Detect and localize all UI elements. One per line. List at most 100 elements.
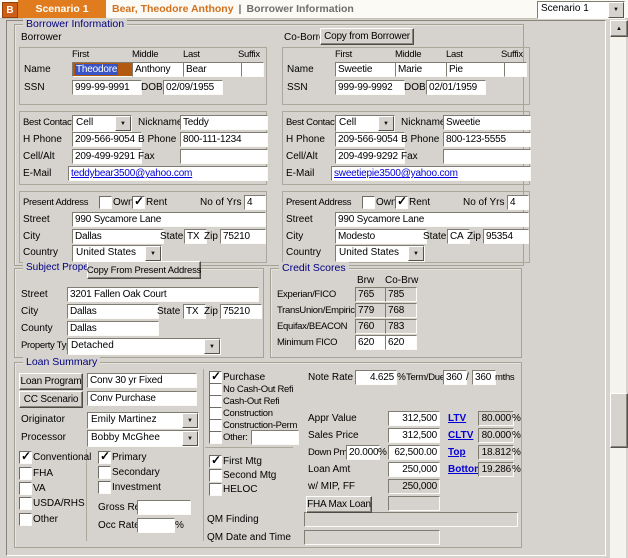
investment-checkbox[interactable] <box>98 481 111 494</box>
borrower-city-field[interactable]: Dallas <box>72 229 164 244</box>
originator-select[interactable]: Emily Martinez ▼ <box>87 412 199 429</box>
other-loan-type-checkbox[interactable] <box>19 513 32 526</box>
coborrower-dob-field[interactable]: 02/01/1959 <box>426 80 486 95</box>
borrower-country-select[interactable]: United States ▼ <box>72 245 162 262</box>
borrower-b-phone-field[interactable]: 800-111-1234 <box>180 132 268 147</box>
borrower-yrs-field[interactable]: 4 <box>244 195 266 210</box>
va-checkbox[interactable] <box>19 482 32 495</box>
coborrower-street-field[interactable]: 990 Sycamore Lane <box>335 212 529 227</box>
borrower-street-field[interactable]: 990 Sycamore Lane <box>72 212 266 227</box>
borrower-suffix-field[interactable] <box>241 62 264 77</box>
coborrower-nickname-field[interactable]: Sweetie <box>443 115 531 130</box>
down-pmt-pct-field[interactable]: 20.000 <box>346 445 380 460</box>
gross-rent-field[interactable] <box>137 500 191 515</box>
property-street-field[interactable]: 3201 Fallen Oak Court <box>67 287 259 302</box>
second-mtg-checkbox[interactable] <box>209 469 222 482</box>
property-city-field[interactable]: Dallas <box>67 304 159 319</box>
coborrower-middle-name-field[interactable]: Marie <box>395 62 450 77</box>
coborrower-country-select[interactable]: United States ▼ <box>335 245 425 262</box>
borrower-email-field[interactable]: teddybear3500@yahoo.com <box>68 166 268 181</box>
secondary-checkbox[interactable] <box>98 466 111 479</box>
borrower-first-name-field[interactable]: Theodore <box>72 62 136 77</box>
conventional-checkbox[interactable] <box>19 449 32 464</box>
coborrower-cell-field[interactable]: 209-499-9292 <box>335 149 405 164</box>
cc-scenario-button[interactable]: CC Scenario <box>19 391 83 408</box>
coborrower-email-field[interactable]: sweetiepie3500@yahoo.com <box>331 166 531 181</box>
coborrower-city-field[interactable]: Modesto <box>335 229 427 244</box>
borrower-best-contact-select[interactable]: Cell ▼ <box>72 115 132 132</box>
loan-program-field[interactable]: Conv 30 yr Fixed <box>87 373 197 388</box>
chevron-down-icon[interactable]: ▼ <box>378 116 394 131</box>
borrower-h-phone-field[interactable]: 209-566-9054 <box>72 132 142 147</box>
minimum-fico-cobrw-field[interactable]: 620 <box>385 335 417 350</box>
coborrower-last-name-field[interactable]: Pie <box>446 62 508 77</box>
borrower-cell-field[interactable]: 209-499-9291 <box>72 149 142 164</box>
email-link[interactable]: teddybear3500@yahoo.com <box>71 168 192 179</box>
email-link[interactable]: sweetiepie3500@yahoo.com <box>334 168 458 179</box>
other-purpose-field[interactable] <box>251 430 299 445</box>
scenario-tab[interactable]: Scenario 1 <box>18 0 106 18</box>
cltv-link[interactable]: CLTV <box>448 430 473 441</box>
chevron-down-icon[interactable]: ▼ <box>204 339 220 354</box>
first-mtg-checkbox[interactable] <box>209 453 222 468</box>
coborrower-h-phone-field[interactable]: 209-566-9054 <box>335 132 405 147</box>
cc-scenario-field[interactable]: Conv Purchase <box>87 391 197 406</box>
borrower-dob-field[interactable]: 02/09/1955 <box>163 80 223 95</box>
fha-checkbox[interactable] <box>19 467 32 480</box>
property-state-field[interactable]: TX <box>183 304 206 319</box>
borrower-ssn-field[interactable]: 999-99-9991 <box>72 80 142 95</box>
property-type-select[interactable]: Detached ▼ <box>67 338 221 355</box>
coborrower-zip-field[interactable]: 95354 <box>483 229 529 244</box>
borrower-nickname-field[interactable]: Teddy <box>180 115 268 130</box>
heloc-checkbox[interactable] <box>209 483 222 496</box>
chevron-down-icon[interactable]: ▼ <box>145 246 161 261</box>
coborrower-first-name-field[interactable]: Sweetie <box>335 62 399 77</box>
scroll-up-icon[interactable]: ▲ <box>610 20 628 37</box>
loan-amt-field[interactable]: 250,000 <box>388 462 440 477</box>
appr-value-field[interactable]: 312,500 <box>388 411 440 426</box>
chevron-down-icon[interactable]: ▼ <box>182 413 198 428</box>
borrower-last-name-field[interactable]: Bear <box>183 62 245 77</box>
own-checkbox[interactable] <box>362 196 375 209</box>
top-ratio-link[interactable]: Top <box>448 447 466 458</box>
coborrower-b-phone-field[interactable]: 800-123-5555 <box>443 132 531 147</box>
coborrower-best-contact-select[interactable]: Cell ▼ <box>335 115 395 132</box>
processor-select[interactable]: Bobby McGhee ▼ <box>87 430 199 447</box>
scrollbar-thumb[interactable] <box>610 393 628 448</box>
loan-program-button[interactable]: Loan Program <box>19 373 83 390</box>
other-purpose-checkbox[interactable] <box>209 431 222 444</box>
note-rate-field[interactable]: 4.625 <box>355 370 397 385</box>
copy-from-present-address-button[interactable]: Copy From Present Address <box>87 261 201 279</box>
property-zip-field[interactable]: 75210 <box>220 304 262 319</box>
down-pmt-field[interactable]: 62,500.00 <box>388 445 440 460</box>
header-suffix: Suffix <box>238 49 260 60</box>
chevron-down-icon[interactable]: ▼ <box>182 431 198 446</box>
minimum-fico-brw-field[interactable]: 620 <box>355 335 387 350</box>
coborrower-fax-field[interactable] <box>443 149 531 164</box>
ltv-link[interactable]: LTV <box>448 413 466 424</box>
primary-checkbox[interactable] <box>98 449 111 464</box>
sales-price-field[interactable]: 312,500 <box>388 428 440 443</box>
borrower-zip-field[interactable]: 75210 <box>220 229 266 244</box>
property-county-field[interactable]: Dallas <box>67 321 159 336</box>
chevron-down-icon[interactable]: ▼ <box>408 246 424 261</box>
coborrower-suffix-field[interactable] <box>504 62 527 77</box>
chevron-down-icon[interactable]: ▼ <box>115 116 131 131</box>
cobrw-column-header: Co-Brw <box>385 275 419 286</box>
fha-max-loan-button[interactable]: FHA Max Loan <box>306 496 372 513</box>
occ-rate-field[interactable] <box>137 518 175 533</box>
coborrower-yrs-field[interactable]: 4 <box>507 195 529 210</box>
due-field[interactable]: 360 <box>472 370 496 385</box>
term-field[interactable]: 360 <box>443 370 467 385</box>
own-checkbox[interactable] <box>99 196 112 209</box>
rent-checkbox[interactable] <box>132 194 145 209</box>
scenario-select[interactable]: Scenario 1 ▼ <box>537 1 625 19</box>
rent-checkbox[interactable] <box>395 194 408 209</box>
chevron-down-icon[interactable]: ▼ <box>608 2 624 18</box>
coborrower-ssn-field[interactable]: 999-99-9992 <box>335 80 405 95</box>
borrower-fax-field[interactable] <box>180 149 268 164</box>
usda-checkbox[interactable] <box>19 497 32 510</box>
vertical-scrollbar[interactable]: ▲ <box>610 20 628 558</box>
borrower-middle-name-field[interactable]: Anthony <box>132 62 187 77</box>
copy-from-borrower-button[interactable]: Copy from Borrower <box>320 28 414 45</box>
